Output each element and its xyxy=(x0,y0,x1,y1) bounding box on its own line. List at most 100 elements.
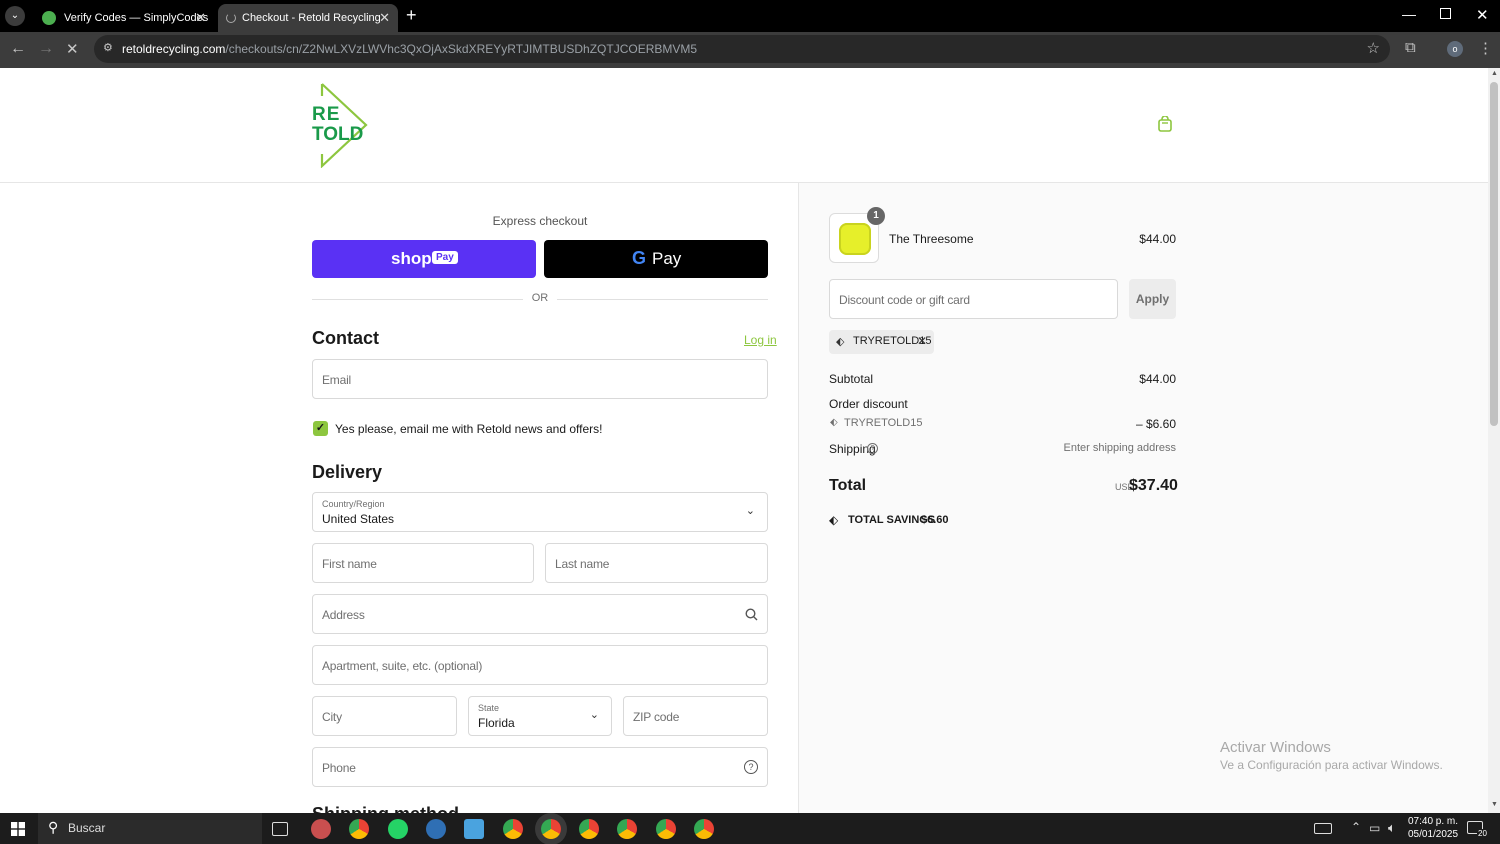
tab-title: Checkout - Retold Recycling xyxy=(242,12,381,24)
taskbar-search-label: Buscar xyxy=(68,821,106,835)
applied-discount-tag: ⬖ TRYRETOLD15 ✕ xyxy=(829,330,934,354)
tab-checkout[interactable]: Checkout - Retold Recycling ✕ xyxy=(218,4,398,32)
google-g-icon: G xyxy=(632,248,647,268)
order-discount-value: – $6.60 xyxy=(1135,417,1176,431)
tag-icon: ⬖ xyxy=(830,417,838,428)
city-placeholder: City xyxy=(322,710,342,724)
remove-discount-icon[interactable]: ✕ xyxy=(917,334,927,348)
volume-icon[interactable]: 🔈︎ xyxy=(1388,820,1396,836)
taskbar-date[interactable]: 05/01/2025 xyxy=(1408,829,1458,840)
shop-pay-badge: Pay xyxy=(432,251,458,264)
discount-code-field[interactable]: Discount code or gift card xyxy=(829,279,1118,319)
chrome-icon[interactable] xyxy=(349,819,369,839)
city-field[interactable]: City xyxy=(312,696,457,736)
page-scrollbar[interactable]: ▲ ▼ xyxy=(1488,68,1500,813)
tag-icon: ⬖ xyxy=(836,336,845,348)
help-circle-icon[interactable]: ? xyxy=(867,443,878,454)
scrollbar-thumb[interactable] xyxy=(1490,82,1498,426)
last-name-field[interactable]: Last name xyxy=(545,543,768,583)
search-icon xyxy=(745,608,758,621)
retold-logo[interactable]: RE TOLD xyxy=(310,82,370,168)
site-info-icon[interactable]: ⚙ xyxy=(103,41,113,54)
chrome-profile-icon[interactable] xyxy=(579,819,599,839)
close-tab-icon[interactable]: ✕ xyxy=(379,10,390,26)
delivery-heading: Delivery xyxy=(312,462,383,482)
close-window-icon[interactable]: ✕ xyxy=(1476,6,1489,24)
url-bar[interactable]: ⚙ retoldrecycling.com/checkouts/cn/Z2NwL… xyxy=(94,35,1390,63)
chrome-profile-icon[interactable] xyxy=(541,819,561,839)
first-name-placeholder: First name xyxy=(322,557,377,571)
chrome-profile-icon[interactable] xyxy=(617,819,637,839)
profile-avatar[interactable]: o xyxy=(1447,41,1463,57)
or-divider-label: OR xyxy=(531,292,549,304)
stop-loading-icon[interactable]: ✕ xyxy=(66,40,79,58)
zip-field[interactable]: ZIP code xyxy=(623,696,768,736)
email-field[interactable]: Email xyxy=(312,359,768,399)
chrome-profile-icon[interactable] xyxy=(694,819,714,839)
app-icon[interactable] xyxy=(426,819,446,839)
minimize-icon[interactable]: — xyxy=(1402,6,1416,22)
app-icon[interactable] xyxy=(311,819,331,839)
taskbar-search-box[interactable]: ⚲ Buscar xyxy=(38,813,262,844)
quantity-badge: 1 xyxy=(867,207,885,225)
tab-verify-codes[interactable]: Verify Codes — SimplyCodes ✕ xyxy=(28,4,214,32)
address-placeholder: Address xyxy=(322,608,365,622)
chrome-profile-icon[interactable] xyxy=(656,819,676,839)
divider-right xyxy=(557,299,768,300)
url-text: retoldrecycling.com/checkouts/cn/Z2NwLXV… xyxy=(122,42,697,56)
login-link[interactable]: Log in xyxy=(744,333,777,347)
windows-start-icon[interactable] xyxy=(11,822,25,836)
discount-placeholder: Discount code or gift card xyxy=(839,293,970,307)
browser-menu-icon[interactable]: ⋮ xyxy=(1478,39,1493,57)
restore-icon[interactable] xyxy=(1440,8,1451,19)
shipping-method-heading: Shipping method xyxy=(312,804,459,813)
app-icon[interactable] xyxy=(464,819,484,839)
url-path: /checkouts/cn/Z2NwLXVzLWVhc3QxOjAxSkdXRE… xyxy=(225,42,698,56)
whatsapp-icon[interactable] xyxy=(388,819,408,839)
task-view-icon[interactable] xyxy=(272,822,288,836)
keyboard-icon[interactable] xyxy=(1314,823,1332,834)
chevron-up-icon[interactable]: ⌃ xyxy=(1351,820,1361,834)
state-value: Florida xyxy=(478,716,515,730)
first-name-field[interactable]: First name xyxy=(312,543,534,583)
apartment-field[interactable]: Apartment, suite, etc. (optional) xyxy=(312,645,768,685)
state-select[interactable]: State Florida ⌄ xyxy=(468,696,612,736)
cart-bag-icon[interactable] xyxy=(1158,115,1172,132)
tab-list-dropdown-icon[interactable]: ⌄ xyxy=(5,6,25,26)
total-savings-value: $6.60 xyxy=(921,514,949,526)
new-tab-icon[interactable]: + xyxy=(406,5,417,26)
chrome-profile-icon[interactable] xyxy=(503,819,523,839)
phone-field[interactable]: Phone ? xyxy=(312,747,768,787)
apply-button[interactable]: Apply xyxy=(1129,279,1176,319)
address-field[interactable]: Address xyxy=(312,594,768,634)
watermark-subtitle: Ve a Configuración para activar Windows. xyxy=(1220,758,1443,772)
url-host: retoldrecycling.com xyxy=(122,42,226,56)
shop-pay-button[interactable]: shop Pay xyxy=(312,240,536,278)
browser-tab-bar: ⌄ Verify Codes — SimplyCodes ✕ Checkout … xyxy=(0,0,1500,32)
subtotal-value: $44.00 xyxy=(1139,372,1176,386)
bookmark-star-icon[interactable]: ☆ xyxy=(1367,39,1380,57)
contact-heading: Contact xyxy=(312,328,379,348)
phone-placeholder: Phone xyxy=(322,761,356,775)
network-icon[interactable]: ▭ xyxy=(1369,821,1380,835)
forward-icon[interactable]: → xyxy=(38,40,54,58)
scroll-up-arrow-icon[interactable]: ▲ xyxy=(1491,70,1498,77)
browser-toolbar: ← → ✕ ⚙ retoldrecycling.com/checkouts/cn… xyxy=(0,32,1500,68)
order-discount-code: TRYRETOLD15 xyxy=(844,417,923,429)
close-tab-icon[interactable]: ✕ xyxy=(195,10,206,26)
help-circle-icon[interactable]: ? xyxy=(744,760,758,774)
scroll-down-arrow-icon[interactable]: ▼ xyxy=(1491,801,1498,808)
google-pay-label: Pay xyxy=(652,249,682,268)
last-name-placeholder: Last name xyxy=(555,557,610,571)
loading-favicon-icon xyxy=(226,13,236,23)
taskbar-time[interactable]: 07:40 p. m. xyxy=(1408,816,1458,827)
google-pay-button[interactable]: G Pay xyxy=(544,240,768,278)
country-select[interactable]: Country/Region United States ⌄ xyxy=(312,492,768,532)
order-discount-label: Order discount xyxy=(829,397,908,411)
express-checkout-title: Express checkout xyxy=(492,214,588,228)
newsletter-checkbox[interactable]: ✓ xyxy=(313,421,328,436)
apartment-placeholder: Apartment, suite, etc. (optional) xyxy=(322,659,483,673)
back-icon[interactable]: ← xyxy=(10,40,26,58)
chevron-down-icon: ⌄ xyxy=(589,709,599,721)
extensions-icon[interactable]: ⧉ xyxy=(1405,39,1416,56)
